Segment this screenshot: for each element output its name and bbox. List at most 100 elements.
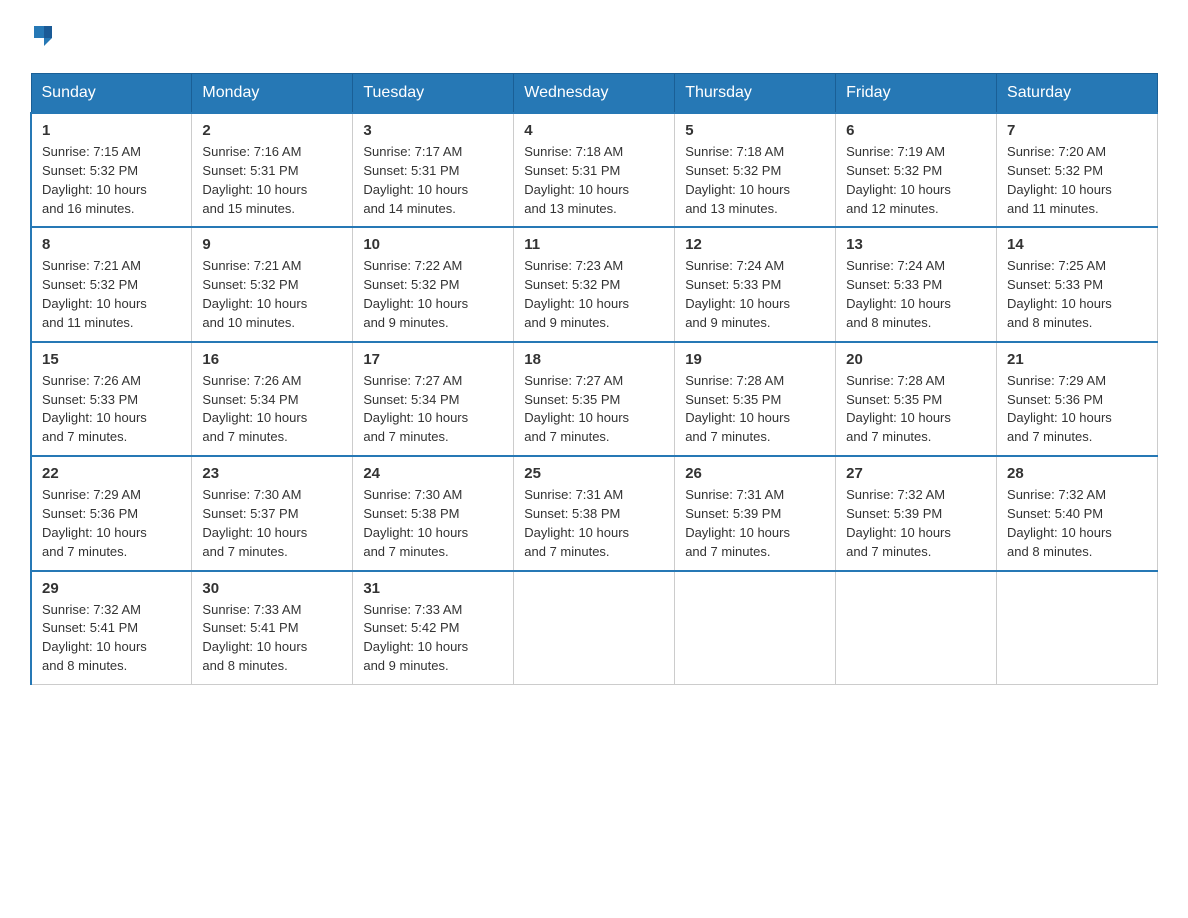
calendar-day-cell: 9 Sunrise: 7:21 AMSunset: 5:32 PMDayligh… [192,227,353,341]
day-info: Sunrise: 7:30 AMSunset: 5:37 PMDaylight:… [202,487,307,559]
header-tuesday: Tuesday [353,74,514,114]
calendar-table: SundayMondayTuesdayWednesdayThursdayFrid… [30,73,1158,685]
calendar-day-cell: 22 Sunrise: 7:29 AMSunset: 5:36 PMDaylig… [31,456,192,570]
day-info: Sunrise: 7:28 AMSunset: 5:35 PMDaylight:… [685,373,790,445]
day-number: 29 [42,580,181,597]
day-info: Sunrise: 7:33 AMSunset: 5:42 PMDaylight:… [363,602,468,674]
header-thursday: Thursday [675,74,836,114]
calendar-day-cell: 13 Sunrise: 7:24 AMSunset: 5:33 PMDaylig… [836,227,997,341]
day-info: Sunrise: 7:24 AMSunset: 5:33 PMDaylight:… [846,258,951,330]
day-number: 6 [846,122,986,139]
calendar-day-cell: 7 Sunrise: 7:20 AMSunset: 5:32 PMDayligh… [997,113,1158,227]
calendar-day-cell: 17 Sunrise: 7:27 AMSunset: 5:34 PMDaylig… [353,342,514,456]
calendar-day-cell: 8 Sunrise: 7:21 AMSunset: 5:32 PMDayligh… [31,227,192,341]
day-number: 14 [1007,236,1147,253]
day-number: 21 [1007,351,1147,368]
calendar-header-row: SundayMondayTuesdayWednesdayThursdayFrid… [31,74,1158,114]
day-number: 12 [685,236,825,253]
day-number: 13 [846,236,986,253]
calendar-day-cell: 26 Sunrise: 7:31 AMSunset: 5:39 PMDaylig… [675,456,836,570]
day-number: 22 [42,465,181,482]
day-info: Sunrise: 7:22 AMSunset: 5:32 PMDaylight:… [363,258,468,330]
day-number: 27 [846,465,986,482]
day-info: Sunrise: 7:25 AMSunset: 5:33 PMDaylight:… [1007,258,1112,330]
header-sunday: Sunday [31,74,192,114]
day-info: Sunrise: 7:29 AMSunset: 5:36 PMDaylight:… [1007,373,1112,445]
calendar-day-cell: 4 Sunrise: 7:18 AMSunset: 5:31 PMDayligh… [514,113,675,227]
day-number: 31 [363,580,503,597]
calendar-week-row: 29 Sunrise: 7:32 AMSunset: 5:41 PMDaylig… [31,571,1158,685]
day-number: 5 [685,122,825,139]
day-number: 25 [524,465,664,482]
day-info: Sunrise: 7:18 AMSunset: 5:32 PMDaylight:… [685,144,790,216]
day-info: Sunrise: 7:26 AMSunset: 5:34 PMDaylight:… [202,373,307,445]
day-info: Sunrise: 7:28 AMSunset: 5:35 PMDaylight:… [846,373,951,445]
day-number: 28 [1007,465,1147,482]
calendar-day-cell: 28 Sunrise: 7:32 AMSunset: 5:40 PMDaylig… [997,456,1158,570]
day-number: 24 [363,465,503,482]
header-saturday: Saturday [997,74,1158,114]
calendar-week-row: 15 Sunrise: 7:26 AMSunset: 5:33 PMDaylig… [31,342,1158,456]
day-number: 30 [202,580,342,597]
calendar-empty-cell [997,571,1158,685]
calendar-day-cell: 31 Sunrise: 7:33 AMSunset: 5:42 PMDaylig… [353,571,514,685]
day-number: 8 [42,236,181,253]
day-info: Sunrise: 7:31 AMSunset: 5:39 PMDaylight:… [685,487,790,559]
day-number: 16 [202,351,342,368]
calendar-day-cell: 24 Sunrise: 7:30 AMSunset: 5:38 PMDaylig… [353,456,514,570]
day-info: Sunrise: 7:29 AMSunset: 5:36 PMDaylight:… [42,487,147,559]
calendar-day-cell: 14 Sunrise: 7:25 AMSunset: 5:33 PMDaylig… [997,227,1158,341]
calendar-empty-cell [514,571,675,685]
calendar-day-cell: 5 Sunrise: 7:18 AMSunset: 5:32 PMDayligh… [675,113,836,227]
calendar-day-cell: 1 Sunrise: 7:15 AMSunset: 5:32 PMDayligh… [31,113,192,227]
calendar-day-cell: 3 Sunrise: 7:17 AMSunset: 5:31 PMDayligh… [353,113,514,227]
day-info: Sunrise: 7:18 AMSunset: 5:31 PMDaylight:… [524,144,629,216]
header-monday: Monday [192,74,353,114]
logo-arrow-icon [30,20,58,53]
calendar-day-cell: 20 Sunrise: 7:28 AMSunset: 5:35 PMDaylig… [836,342,997,456]
day-info: Sunrise: 7:24 AMSunset: 5:33 PMDaylight:… [685,258,790,330]
day-info: Sunrise: 7:27 AMSunset: 5:35 PMDaylight:… [524,373,629,445]
day-info: Sunrise: 7:17 AMSunset: 5:31 PMDaylight:… [363,144,468,216]
day-info: Sunrise: 7:31 AMSunset: 5:38 PMDaylight:… [524,487,629,559]
calendar-day-cell: 6 Sunrise: 7:19 AMSunset: 5:32 PMDayligh… [836,113,997,227]
day-number: 11 [524,236,664,253]
calendar-day-cell: 29 Sunrise: 7:32 AMSunset: 5:41 PMDaylig… [31,571,192,685]
day-info: Sunrise: 7:19 AMSunset: 5:32 PMDaylight:… [846,144,951,216]
day-number: 3 [363,122,503,139]
day-number: 1 [42,122,181,139]
day-number: 7 [1007,122,1147,139]
page-header [30,20,1158,53]
calendar-day-cell: 12 Sunrise: 7:24 AMSunset: 5:33 PMDaylig… [675,227,836,341]
day-info: Sunrise: 7:30 AMSunset: 5:38 PMDaylight:… [363,487,468,559]
calendar-week-row: 8 Sunrise: 7:21 AMSunset: 5:32 PMDayligh… [31,227,1158,341]
day-number: 20 [846,351,986,368]
calendar-day-cell: 15 Sunrise: 7:26 AMSunset: 5:33 PMDaylig… [31,342,192,456]
calendar-day-cell: 10 Sunrise: 7:22 AMSunset: 5:32 PMDaylig… [353,227,514,341]
day-number: 2 [202,122,342,139]
calendar-empty-cell [836,571,997,685]
calendar-day-cell: 21 Sunrise: 7:29 AMSunset: 5:36 PMDaylig… [997,342,1158,456]
calendar-day-cell: 18 Sunrise: 7:27 AMSunset: 5:35 PMDaylig… [514,342,675,456]
header-wednesday: Wednesday [514,74,675,114]
day-number: 17 [363,351,503,368]
day-info: Sunrise: 7:16 AMSunset: 5:31 PMDaylight:… [202,144,307,216]
calendar-week-row: 1 Sunrise: 7:15 AMSunset: 5:32 PMDayligh… [31,113,1158,227]
day-info: Sunrise: 7:33 AMSunset: 5:41 PMDaylight:… [202,602,307,674]
logo [30,20,58,53]
calendar-day-cell: 11 Sunrise: 7:23 AMSunset: 5:32 PMDaylig… [514,227,675,341]
day-number: 26 [685,465,825,482]
day-info: Sunrise: 7:32 AMSunset: 5:40 PMDaylight:… [1007,487,1112,559]
day-number: 10 [363,236,503,253]
day-info: Sunrise: 7:23 AMSunset: 5:32 PMDaylight:… [524,258,629,330]
calendar-day-cell: 27 Sunrise: 7:32 AMSunset: 5:39 PMDaylig… [836,456,997,570]
calendar-day-cell: 2 Sunrise: 7:16 AMSunset: 5:31 PMDayligh… [192,113,353,227]
calendar-empty-cell [675,571,836,685]
day-info: Sunrise: 7:21 AMSunset: 5:32 PMDaylight:… [202,258,307,330]
header-friday: Friday [836,74,997,114]
day-number: 19 [685,351,825,368]
calendar-day-cell: 23 Sunrise: 7:30 AMSunset: 5:37 PMDaylig… [192,456,353,570]
calendar-week-row: 22 Sunrise: 7:29 AMSunset: 5:36 PMDaylig… [31,456,1158,570]
day-number: 18 [524,351,664,368]
day-info: Sunrise: 7:27 AMSunset: 5:34 PMDaylight:… [363,373,468,445]
